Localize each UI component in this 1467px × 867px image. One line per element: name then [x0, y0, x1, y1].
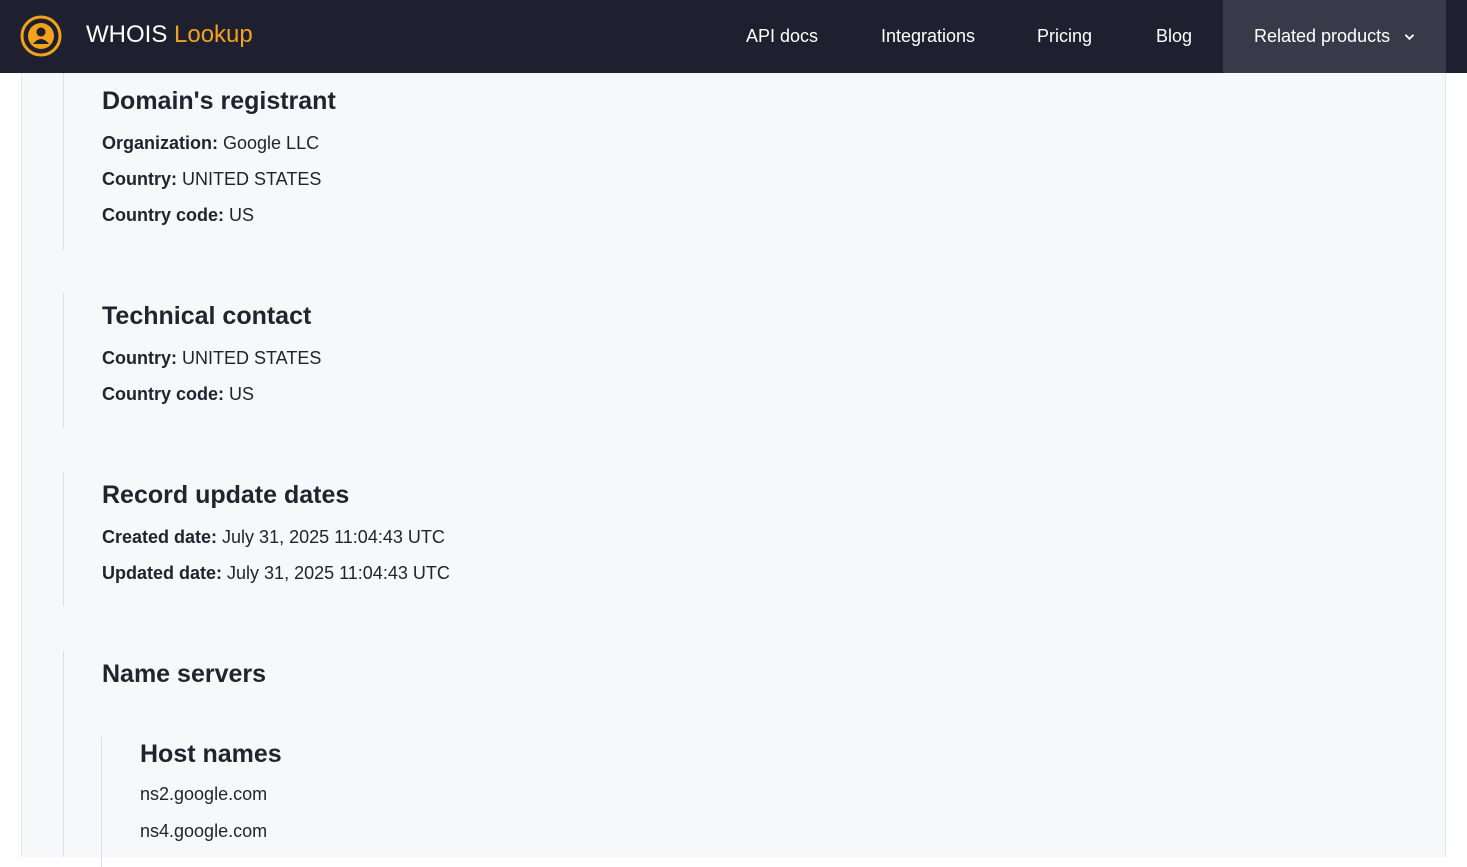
nav-blog[interactable]: Blog	[1156, 0, 1192, 73]
technical-contact-section: Technical contact Country: UNITED STATES…	[63, 293, 321, 428]
registrant-section: Domain's registrant Organization: Google…	[63, 73, 336, 250]
nav-pricing[interactable]: Pricing	[1037, 0, 1092, 73]
row-value: US	[229, 205, 255, 225]
brand-accent: Lookup	[174, 21, 253, 48]
whois-results-panel: Domain's registrant Organization: Google…	[21, 73, 1446, 867]
row-label: Country:	[102, 169, 177, 189]
row-value: US	[229, 384, 255, 404]
host-name-item: ns2.google.com	[140, 784, 268, 804]
row-value: Google LLC	[223, 133, 320, 153]
info-row: Country: UNITED STATES	[102, 161, 336, 197]
section-title: Technical contact	[102, 302, 312, 330]
row-label: Organization:	[102, 133, 218, 153]
brand-title[interactable]: WHOIS Lookup	[86, 21, 253, 49]
related-products-dropdown[interactable]: Related products	[1223, 0, 1446, 73]
row-value: July 31, 2025 11:04:43 UTC	[227, 563, 450, 583]
record-dates-section: Record update dates Created date: July 3…	[63, 472, 450, 606]
info-row: Country code: US	[102, 376, 321, 412]
chevron-down-icon	[1404, 33, 1415, 40]
section-title: Record update dates	[102, 481, 350, 509]
row-label: Country:	[102, 348, 177, 368]
info-row: Country code: US	[102, 197, 336, 233]
top-navbar: WHOIS Lookup API docs Integrations Prici…	[0, 0, 1467, 73]
info-row: Updated date: July 31, 2025 11:04:43 UTC	[102, 555, 450, 591]
subsection-title: Host names	[140, 740, 282, 768]
nav-integrations[interactable]: Integrations	[881, 0, 975, 73]
section-title: Name servers	[102, 660, 267, 688]
info-row: Created date: July 31, 2025 11:04:43 UTC	[102, 519, 450, 555]
brand-main: WHOIS	[86, 21, 168, 48]
row-label: Created date:	[102, 527, 218, 547]
host-name-item: ns4.google.com	[140, 821, 268, 841]
row-value: UNITED STATES	[182, 348, 322, 368]
section-title: Domain's registrant	[102, 87, 336, 115]
row-label: Country code:	[102, 205, 225, 225]
nav-api-docs[interactable]: API docs	[746, 0, 818, 73]
host-names-section: Host names ns2.google.com ns4.google.com	[101, 737, 282, 867]
row-label: Country code:	[102, 384, 225, 404]
related-products-label: Related products	[1254, 26, 1391, 46]
whois-logo-icon[interactable]	[20, 15, 62, 57]
info-row: Country: UNITED STATES	[102, 340, 321, 376]
row-label: Updated date:	[102, 563, 223, 583]
info-row: Organization: Google LLC	[102, 125, 336, 161]
row-value: July 31, 2025 11:04:43 UTC	[222, 527, 445, 547]
row-value: UNITED STATES	[182, 169, 322, 189]
